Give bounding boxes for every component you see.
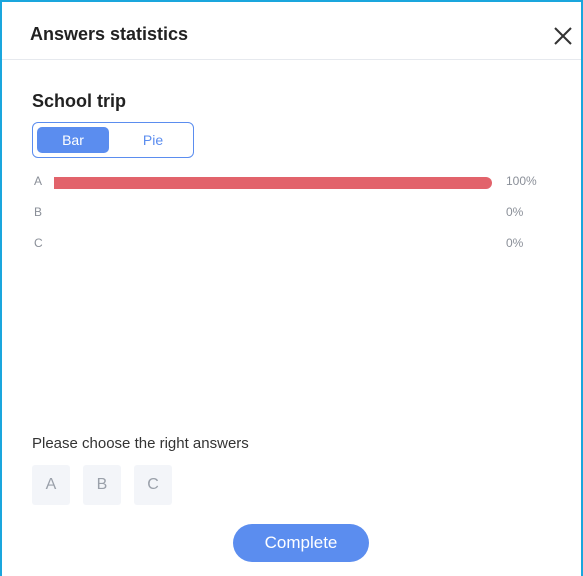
answers-statistics-dialog: Answers statistics School trip Bar Pie A… [0,0,583,576]
answer-instruction: Please choose the right answers [32,435,249,452]
answer-option-button[interactable]: A [32,465,70,505]
bar-view-button[interactable]: Bar [37,127,109,153]
bar-track [54,177,492,189]
dialog-title: Answers statistics [30,24,189,44]
close-icon [554,27,572,45]
bar-track [54,208,492,220]
question-title: School trip [32,91,126,111]
chart-row: B 0% [32,203,552,223]
category-label: B [34,205,43,219]
chart-row: A 100% [32,172,552,192]
category-label: A [34,174,43,188]
answer-option-button[interactable]: B [83,465,121,505]
answers-bar-chart: A 100% B 0% C 0% [32,172,552,262]
close-button[interactable] [551,24,575,48]
bar [54,177,492,189]
pie-view-button[interactable]: Pie [117,127,189,153]
value-label: 0% [506,236,524,250]
value-label: 100% [506,174,537,188]
value-label: 0% [506,205,524,219]
chart-row: C 0% [32,234,552,254]
bar-track [54,239,492,251]
category-label: C [34,236,43,250]
complete-button[interactable]: Complete [233,524,369,562]
dialog-header: Answers statistics [2,2,581,60]
chart-view-toggle: Bar Pie [32,122,194,158]
answer-option-button[interactable]: C [134,465,172,505]
